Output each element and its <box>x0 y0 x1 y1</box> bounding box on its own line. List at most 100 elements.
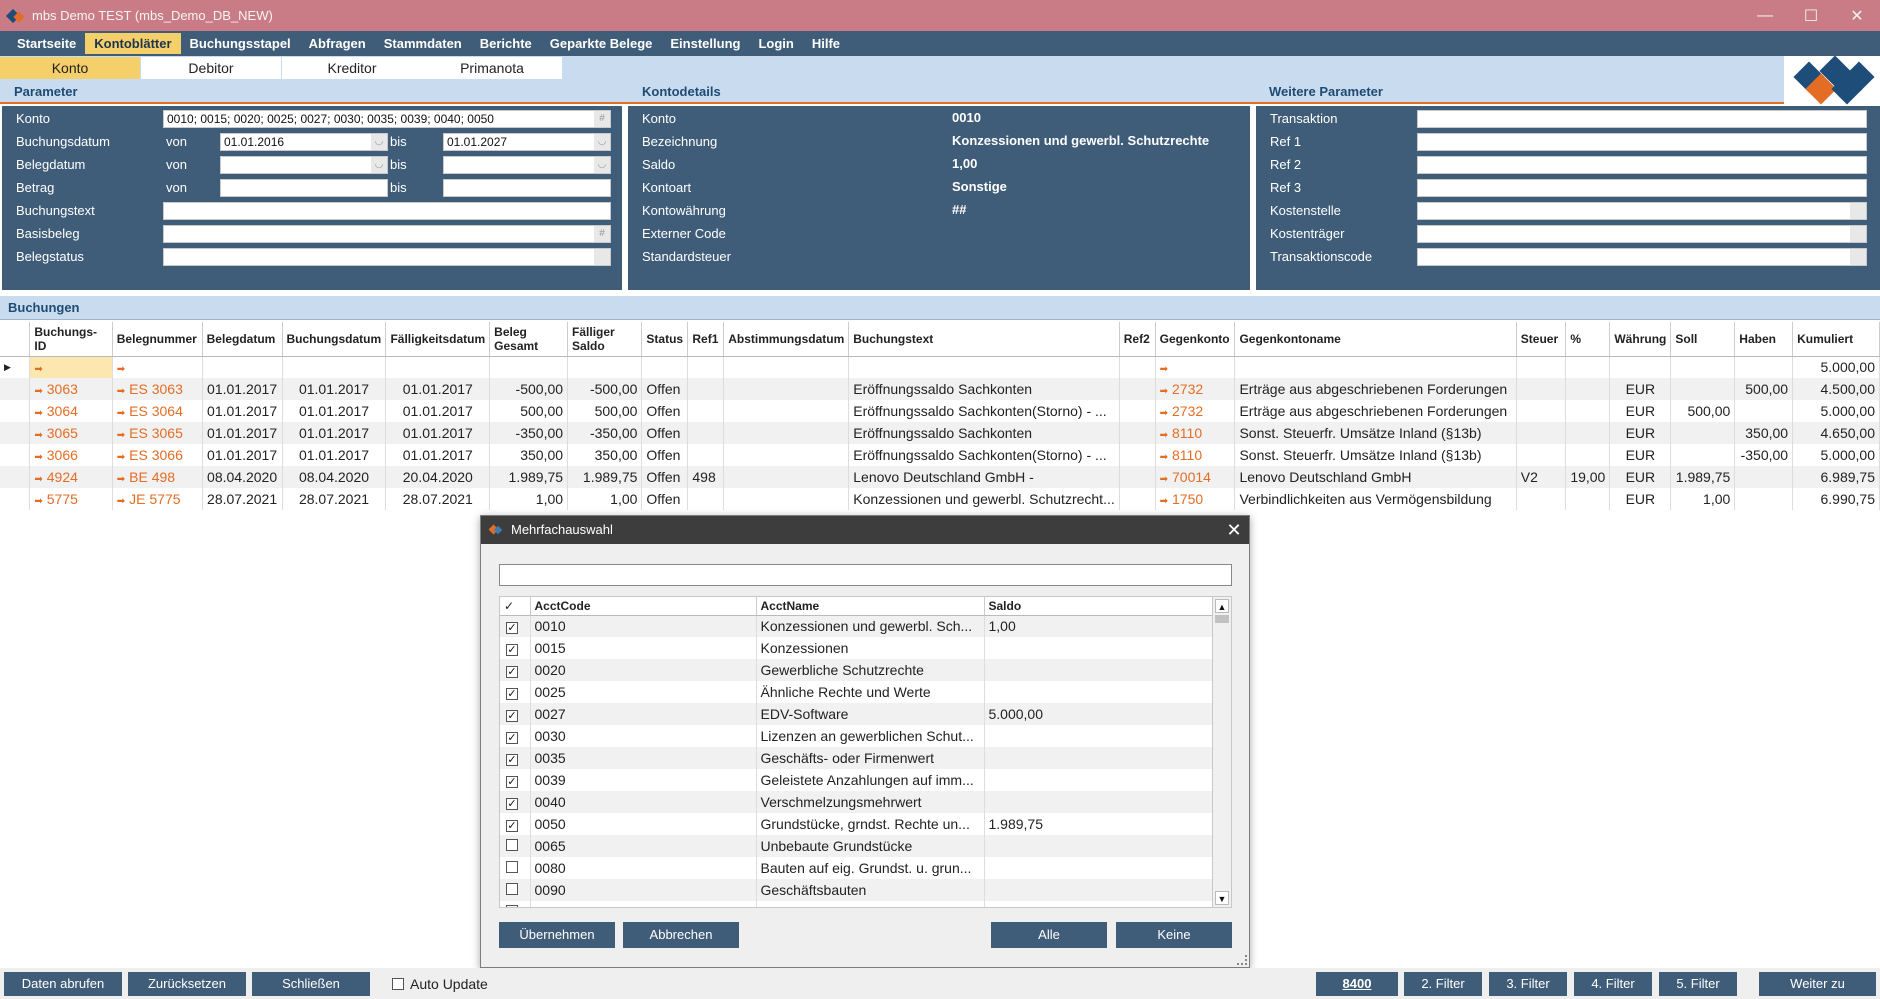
list-item[interactable]: ✓ 0039 Geleistete Anzahlungen auf imm... <box>500 769 1212 791</box>
haben-cell[interactable]: 500,00 <box>1734 378 1794 400</box>
auto-update-toggle[interactable]: Auto Update <box>392 976 488 992</box>
kostentraeger-dropdown[interactable] <box>1417 225 1867 243</box>
haben-cell[interactable] <box>1734 488 1794 510</box>
list-item[interactable]: ✓ 0027 EDV-Software 5.000,00 <box>500 703 1212 725</box>
buchungstext-cell[interactable]: Eröffnungssaldo Sachkonten <box>848 422 1120 444</box>
fetch-data-button[interactable]: Daten abrufen <box>4 972 122 996</box>
konto-input[interactable]: 0010; 0015; 0020; 0025; 0027; 0030; 0035… <box>163 110 611 128</box>
status-cell[interactable]: Offen <box>641 422 689 444</box>
saldo-cell[interactable] <box>984 659 1212 681</box>
scroll-thumb[interactable] <box>1215 615 1229 623</box>
saldo-cell[interactable] <box>984 901 1212 907</box>
ref3-input[interactable] <box>1417 179 1867 197</box>
dialog-search-input[interactable] <box>499 564 1232 586</box>
checkbox[interactable]: ✓ <box>506 666 518 678</box>
kumuliert-cell[interactable]: 6.990,75 <box>1792 488 1880 510</box>
col-header[interactable]: Gegenkonto <box>1155 322 1236 357</box>
ref2-cell[interactable] <box>1119 378 1156 400</box>
menu-startseite[interactable]: Startseite <box>8 33 85 54</box>
list-item[interactable]: 0100Fabrikbauten <box>500 901 1212 907</box>
row-selector[interactable] <box>0 466 31 488</box>
list-item-check-cell[interactable]: ✓ <box>500 813 531 835</box>
abstimmungsdatum-cell[interactable] <box>723 422 850 444</box>
col-header[interactable]: Ref2 <box>1119 322 1156 357</box>
maximize-icon[interactable]: ☐ <box>1788 0 1834 31</box>
ref1-cell[interactable] <box>687 488 725 510</box>
booking-id-cell[interactable]: ➡ 5775 <box>29 488 113 510</box>
next-button[interactable]: Weiter zu <box>1759 972 1876 996</box>
checkbox[interactable]: ✓ <box>506 688 518 700</box>
close-button[interactable]: Schließen <box>252 972 370 996</box>
belegdatum-cell[interactable]: 28.07.2021 <box>202 488 283 510</box>
steuer-cell[interactable] <box>1516 488 1567 510</box>
gegenkontoname-cell[interactable]: Erträge aus abgeschriebenen Forderungen <box>1234 400 1517 422</box>
status-cell[interactable]: Offen <box>641 400 689 422</box>
acctname-cell[interactable]: Verschmelzungsmehrwert <box>756 791 985 813</box>
table-row[interactable]: ➡ 3065 ➡ ES 3065 01.01.2017 01.01.2017 01.01.2… <box>0 422 1880 444</box>
list-item-check-cell[interactable] <box>500 857 531 879</box>
soll-cell[interactable] <box>1670 422 1736 444</box>
kumuliert-cell[interactable]: 4.500,00 <box>1792 378 1880 400</box>
list-item[interactable]: ✓ 0050 Grundstücke, grndst. Rechte un... 1.… <box>500 813 1212 835</box>
booking-id-cell[interactable]: ➡ 3065 <box>29 422 113 444</box>
buchungstext-input[interactable] <box>163 202 611 220</box>
saldo-cell[interactable] <box>984 637 1212 659</box>
checkbox[interactable] <box>506 905 518 907</box>
checkbox[interactable]: ✓ <box>506 622 518 635</box>
new-row-gegen-cell[interactable]: ➡ <box>1155 356 1236 378</box>
checkbox[interactable] <box>506 839 518 851</box>
gegenkontoname-cell[interactable]: Verbindlichkeiten aus Vermögensbildung <box>1234 488 1517 510</box>
list-item[interactable]: ✓ 0030 Lizenzen an gewerblichen Schut... <box>500 725 1212 747</box>
betrag-von-input[interactable] <box>220 179 388 197</box>
acctcode-cell[interactable]: 0040 <box>530 791 757 813</box>
list-item[interactable]: ✓ 0025 Ähnliche Rechte und Werte <box>500 681 1212 703</box>
row-selector[interactable] <box>0 422 31 444</box>
dropdown-icon[interactable] <box>594 249 610 265</box>
menu-geparkte-belege[interactable]: Geparkte Belege <box>541 33 662 54</box>
col-header[interactable]: Währung <box>1609 322 1672 357</box>
ref2-input[interactable] <box>1417 156 1867 174</box>
basisbeleg-input[interactable]: # <box>163 225 611 243</box>
select-all-button[interactable]: Alle <box>991 922 1107 948</box>
faelliger-saldo-cell[interactable]: -350,00 <box>567 422 643 444</box>
basisbeleg-hash-button[interactable]: # <box>594 226 610 242</box>
gegenkontoname-cell[interactable]: Lenovo Deutschland GmbH <box>1234 466 1517 488</box>
saldo-cell[interactable] <box>984 835 1212 857</box>
acctcode-cell[interactable]: 0100 <box>530 901 757 907</box>
prozent-cell[interactable]: 19,00 <box>1565 466 1611 488</box>
acctname-cell[interactable]: Geschäfts- oder Firmenwert <box>756 747 985 769</box>
abstimmungsdatum-cell[interactable] <box>723 444 850 466</box>
beleg-gesamt-cell[interactable]: 1,00 <box>489 488 569 510</box>
checkbox[interactable] <box>506 883 518 895</box>
col-header[interactable]: Fälliger Saldo <box>567 322 643 357</box>
status-cell[interactable]: Offen <box>641 444 689 466</box>
select-none-button[interactable]: Keine <box>1116 922 1232 948</box>
date-picker-icon[interactable]: ◡ <box>371 134 387 150</box>
acctcode-cell[interactable]: 0039 <box>530 769 757 791</box>
beleg-gesamt-cell[interactable]: 350,00 <box>489 444 569 466</box>
abstimmungsdatum-cell[interactable] <box>723 466 850 488</box>
gegenkonto-cell[interactable]: ➡ 2732 <box>1155 400 1236 422</box>
filter5-button[interactable]: 5. Filter <box>1659 972 1737 996</box>
buchungsdatum-cell[interactable]: 08.04.2020 <box>282 466 387 488</box>
checkbox[interactable] <box>506 861 518 873</box>
list-item-check-cell[interactable]: ✓ <box>500 659 531 681</box>
gegenkonto-cell[interactable]: ➡ 8110 <box>1155 444 1236 466</box>
new-row[interactable]: ▶ ➡ ➡ ➡ 5.000,00 <box>0 356 1880 378</box>
faelliger-saldo-cell[interactable]: 350,00 <box>567 444 643 466</box>
beleg-gesamt-cell[interactable]: -350,00 <box>489 422 569 444</box>
waehrung-cell[interactable]: EUR <box>1609 466 1672 488</box>
menu-buchungsstapel[interactable]: Buchungsstapel <box>181 33 300 54</box>
buchungsdatum-cell[interactable]: 01.01.2017 <box>282 422 387 444</box>
acctcode-cell[interactable]: 0015 <box>530 637 757 659</box>
faelligkeit-cell[interactable]: 01.01.2017 <box>385 444 491 466</box>
acctcode-cell[interactable]: 0010 <box>530 615 757 637</box>
col-header[interactable]: Belegdatum <box>202 322 283 357</box>
acctname-cell[interactable]: Bauten auf eig. Grundst. u. grun... <box>756 857 985 879</box>
acctcode-col-header[interactable]: AcctCode <box>530 597 757 616</box>
row-selector[interactable] <box>0 378 31 400</box>
acctname-cell[interactable]: Unbebaute Grundstücke <box>756 835 985 857</box>
ref1-cell[interactable] <box>687 444 725 466</box>
cancel-button[interactable]: Abbrechen <box>623 922 739 948</box>
new-row-id-cell[interactable]: ➡ <box>29 356 113 378</box>
